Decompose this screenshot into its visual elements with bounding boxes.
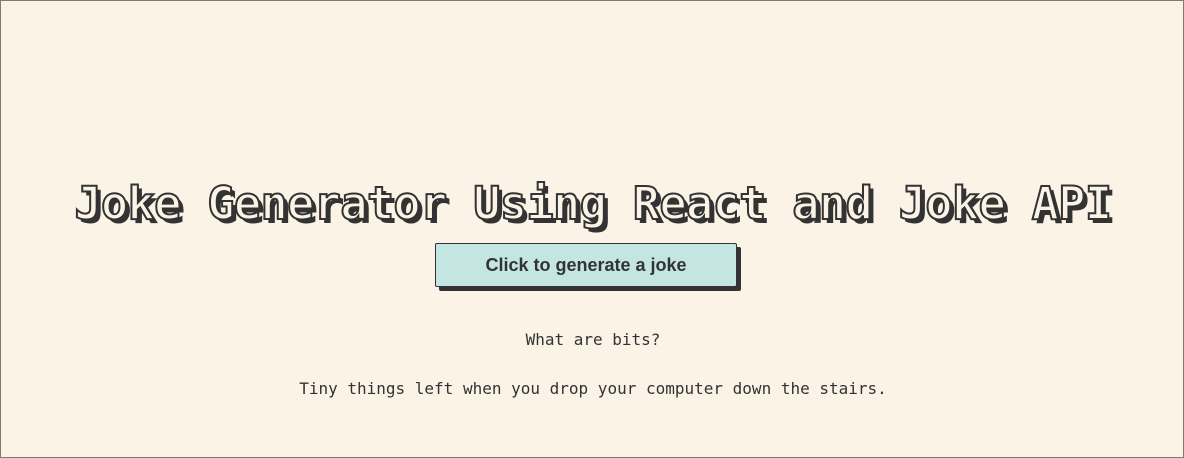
generate-joke-button[interactable]: Click to generate a joke [435, 243, 737, 287]
app-container: Joke Generator Using React and Joke API … [0, 0, 1184, 458]
joke-setup: What are bits? [525, 330, 661, 349]
page-title: Joke Generator Using React and Joke API [73, 176, 1113, 231]
joke-punchline: Tiny things left when you drop your comp… [299, 379, 887, 398]
